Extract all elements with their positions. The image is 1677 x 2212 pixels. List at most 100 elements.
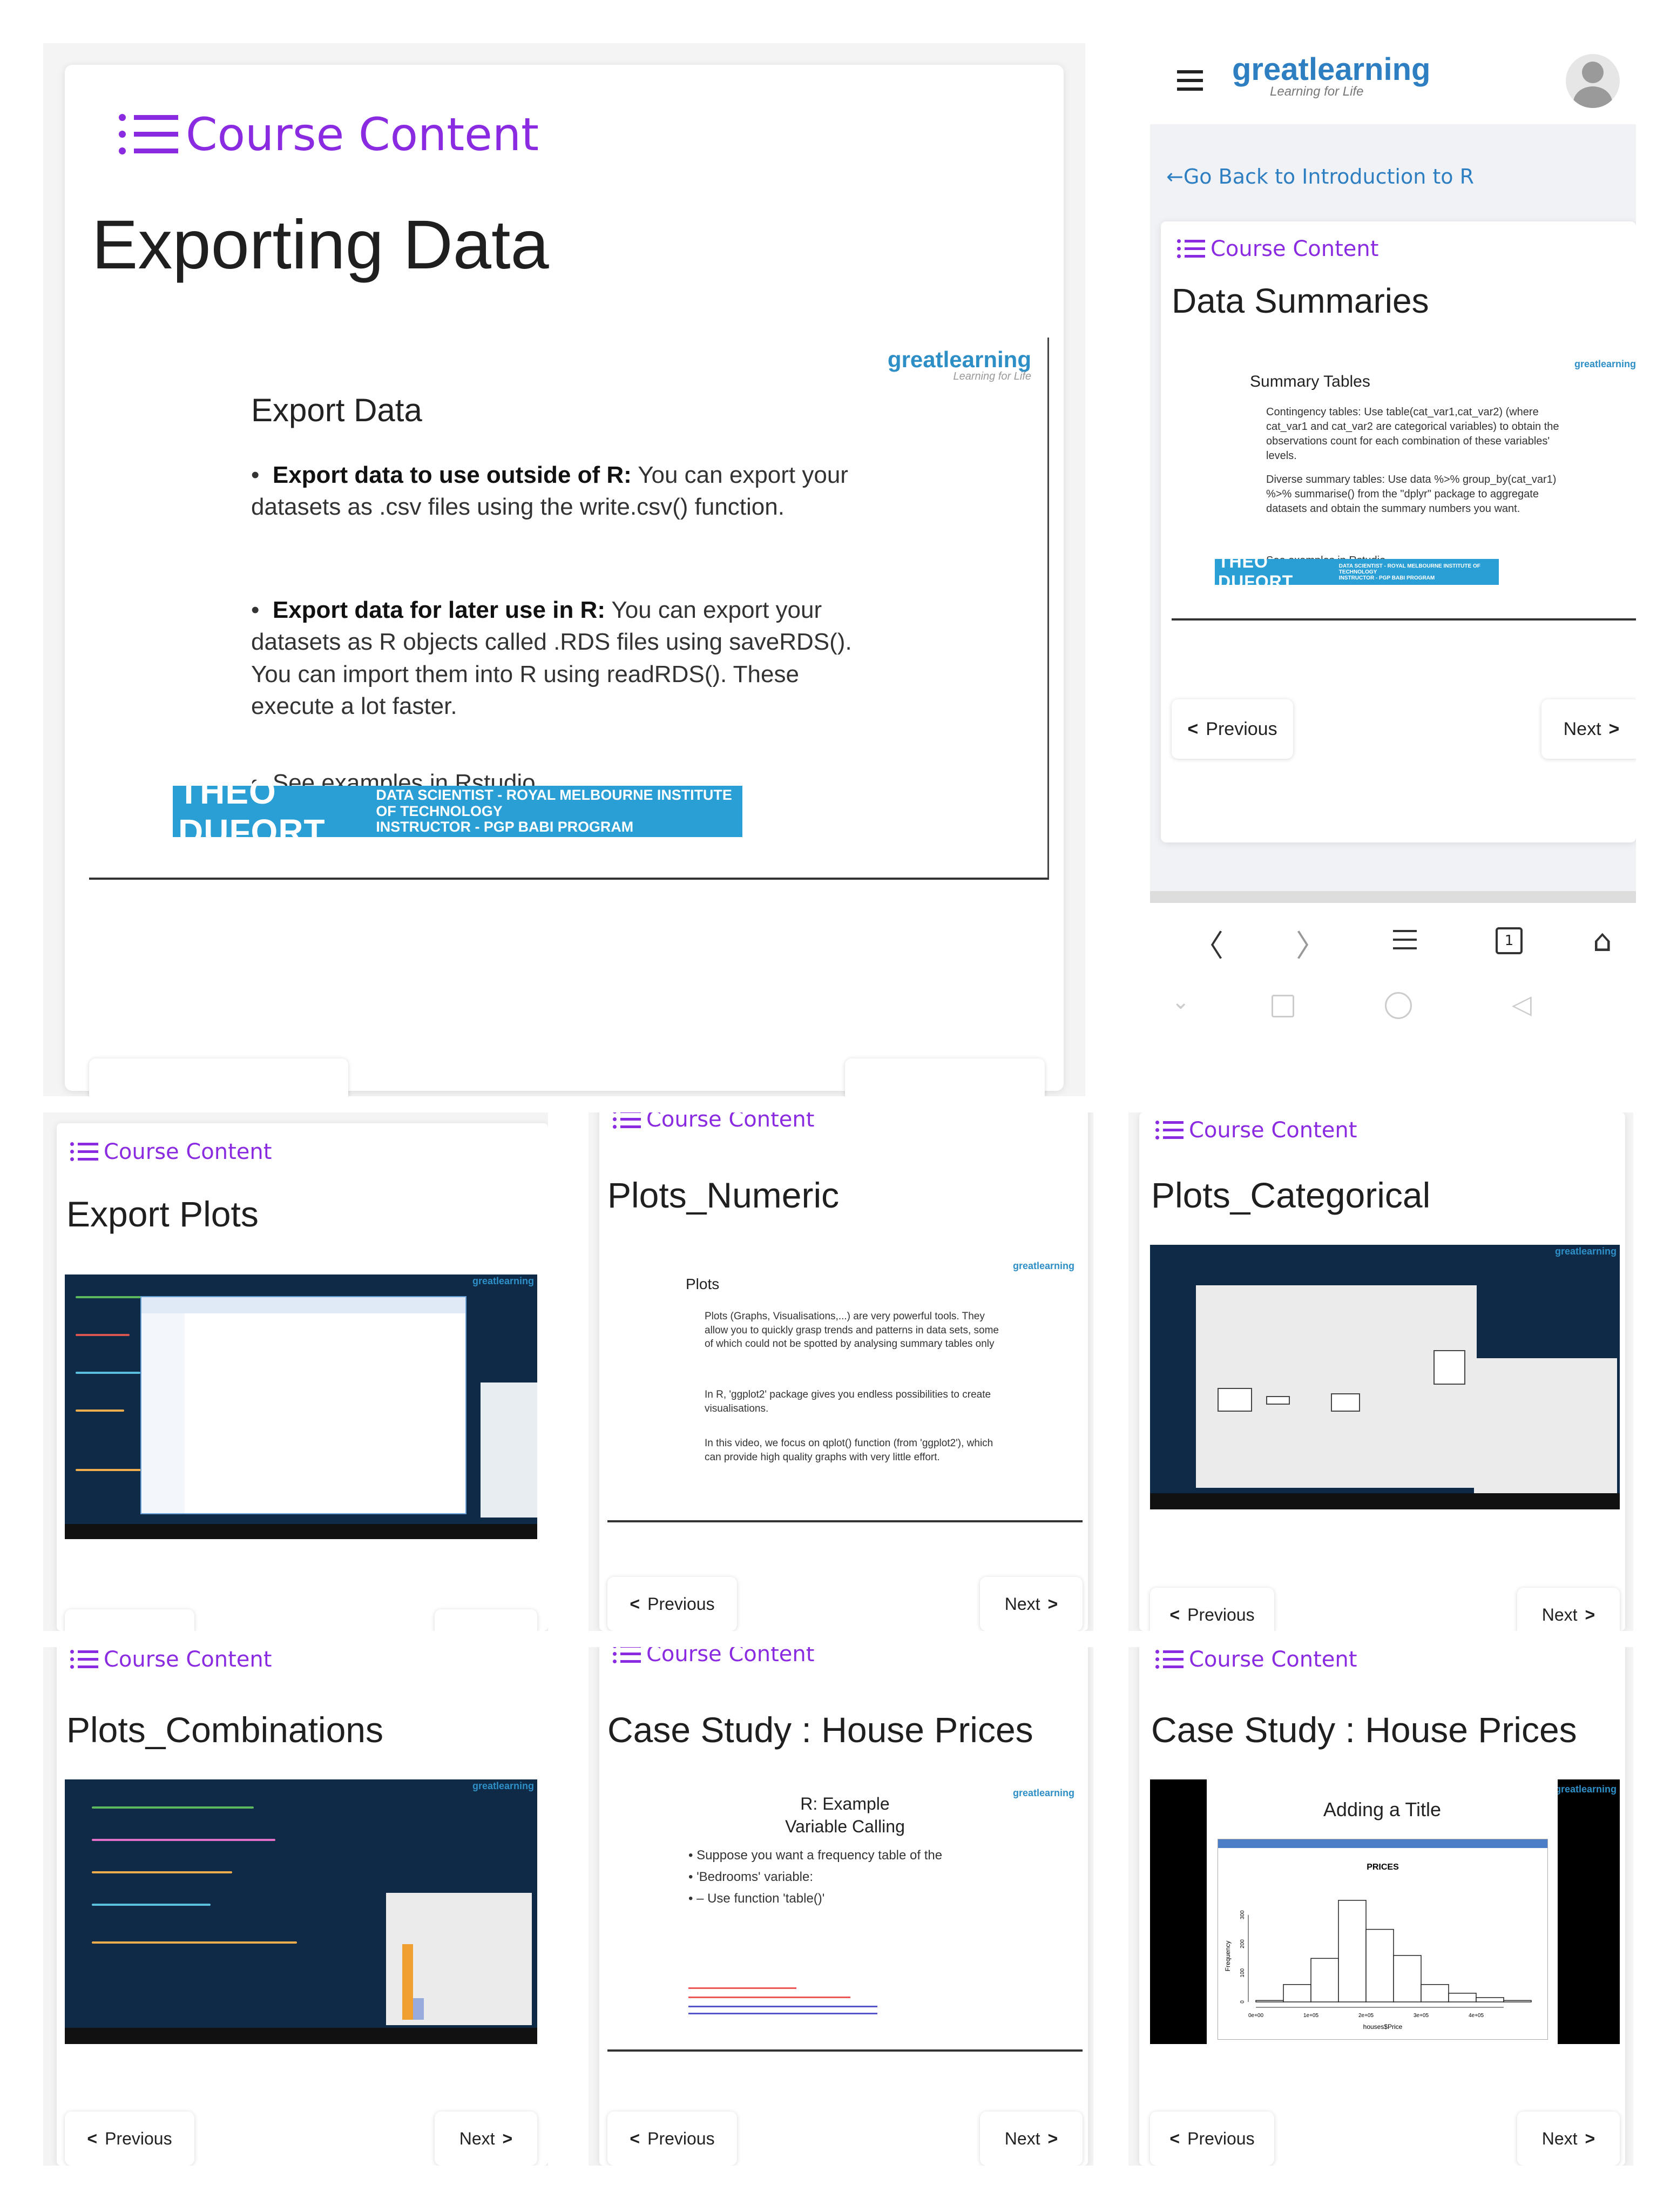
slide-bullet: • Suppose you want a frequency table of … bbox=[688, 1848, 943, 1863]
next-button[interactable]: Next > bbox=[1541, 699, 1636, 759]
greatlearning-logo: greatlearning Learning for Life bbox=[887, 347, 1031, 382]
course-content-link[interactable]: Course Content bbox=[70, 1647, 272, 1672]
list-icon bbox=[1155, 1120, 1184, 1141]
panel-plots-combinations: Course Content Plots_Combinations greatl… bbox=[43, 1647, 548, 2166]
slide-heading: R: Example Variable Calling bbox=[785, 1794, 905, 1836]
next-button[interactable]: Next > bbox=[1517, 2112, 1620, 2166]
tabs-icon[interactable]: 1 bbox=[1496, 927, 1523, 954]
previous-button[interactable]: < Previous bbox=[1172, 699, 1293, 759]
page-title: Data Summaries bbox=[1172, 281, 1429, 320]
slide-bullet: • 'Bedrooms' variable: bbox=[688, 1870, 814, 1884]
next-button[interactable] bbox=[435, 1609, 537, 1631]
slide-bullet: In R, 'ggplot2' package gives you endles… bbox=[705, 1389, 991, 1414]
chevron-left-icon: < bbox=[1187, 718, 1199, 739]
boxplot-window-2 bbox=[1474, 1358, 1617, 1493]
forward-nav-icon[interactable]: 〉 bbox=[1296, 922, 1326, 966]
greatlearning-logo: greatlearning bbox=[1554, 1246, 1617, 1257]
chevron-right-icon: > bbox=[1047, 1594, 1058, 1614]
slide-bullet: • Export data to use outside of R: You c… bbox=[251, 462, 848, 521]
course-content-link[interactable]: Course Content bbox=[613, 1647, 814, 1667]
menu-icon[interactable] bbox=[1393, 930, 1417, 949]
previous-button[interactable]: < Previous bbox=[607, 2112, 737, 2166]
slide-bullet: Plots (Graphs, Visualisations,...) are v… bbox=[705, 1311, 999, 1350]
page-title: Exporting Data bbox=[92, 206, 549, 284]
rstudio-screenshot: greatlearning bbox=[65, 1274, 537, 1539]
slide-video: greatlearning Adding a Title PRICES hous… bbox=[1150, 1779, 1620, 2044]
previous-button[interactable]: < Previous bbox=[65, 2112, 194, 2166]
histogram-bar bbox=[1255, 2000, 1284, 2002]
slide-image: greatlearning Summary Tables Contingency… bbox=[1172, 351, 1636, 621]
back-link[interactable]: ←Go Back to Introduction to R bbox=[1166, 165, 1474, 188]
chevron-right-icon: > bbox=[502, 2128, 513, 2148]
y-tick-label: 100 bbox=[1240, 1968, 1246, 1977]
back-nav-icon[interactable]: 〈 bbox=[1193, 922, 1223, 966]
page-title: Case Study : House Prices bbox=[1151, 1710, 1577, 1750]
next-button[interactable]: Next > bbox=[435, 2112, 537, 2166]
list-icon bbox=[119, 113, 178, 156]
page-title: Export Plots bbox=[66, 1194, 259, 1234]
next-button[interactable] bbox=[845, 1058, 1045, 1096]
histogram-bar bbox=[1338, 1900, 1367, 2002]
course-content-label: Course Content bbox=[104, 1647, 272, 1672]
content-card: Course Content Exporting Data greatlearn… bbox=[65, 65, 1064, 1096]
previous-button[interactable] bbox=[65, 1609, 194, 1631]
next-button[interactable]: Next > bbox=[980, 1577, 1083, 1631]
previous-button[interactable]: < Previous bbox=[607, 1577, 737, 1631]
previous-button[interactable] bbox=[89, 1058, 348, 1096]
course-content-link[interactable]: Course Content bbox=[1177, 237, 1378, 261]
next-button[interactable]: Next > bbox=[1517, 1588, 1620, 1631]
triangle-back-icon[interactable]: ◁ bbox=[1512, 989, 1532, 1020]
slide-bullet: Contingency tables: Use table(cat_var1,c… bbox=[1266, 406, 1559, 462]
next-button[interactable]: Next > bbox=[980, 2112, 1083, 2166]
previous-button[interactable]: < Previous bbox=[1150, 1588, 1274, 1631]
histogram-bar bbox=[1448, 1993, 1477, 2002]
page-title: Plots_Combinations bbox=[66, 1710, 383, 1750]
histogram-bar bbox=[1283, 1984, 1311, 2002]
course-content-link[interactable]: Course Content bbox=[1155, 1647, 1357, 1672]
list-icon bbox=[70, 1142, 98, 1162]
x-tick-label: 3e+05 bbox=[1414, 2013, 1429, 2019]
chevron-right-icon: > bbox=[1047, 2128, 1058, 2148]
greatlearning-logo[interactable]: greatlearning Learning for Life bbox=[1232, 51, 1430, 99]
instructor-banner: THEO DUFORT DATA SCIENTIST - ROYAL MELBO… bbox=[1215, 552, 1499, 591]
content-card: Course Content Plots_Combinations greatl… bbox=[57, 1647, 548, 2166]
previous-button[interactable]: < Previous bbox=[1150, 2112, 1274, 2166]
list-icon bbox=[1155, 1649, 1184, 1670]
content-card: Course Content Case Study : House Prices… bbox=[1139, 1647, 1625, 2166]
greatlearning-logo: greatlearning bbox=[1012, 1260, 1074, 1271]
chevron-left-icon: < bbox=[630, 1594, 640, 1614]
slide-bullet: • – Use function 'table()' bbox=[688, 1891, 825, 1906]
course-content-link[interactable]: Course Content bbox=[119, 108, 539, 161]
x-tick-label: 4e+05 bbox=[1469, 2013, 1484, 2019]
chevron-left-icon: < bbox=[1169, 1604, 1180, 1624]
panel-plots-numeric: Course Content Plots_Numeric greatlearni… bbox=[589, 1112, 1093, 1631]
panel-case-study-1: Course Content Case Study : House Prices… bbox=[589, 1647, 1093, 2166]
slide-bullet: Diverse summary tables: Use data %>% gro… bbox=[1266, 474, 1557, 515]
content-card: Course Content Export Plots greatlearnin… bbox=[57, 1123, 548, 1631]
chevron-down-icon[interactable]: ⌄ bbox=[1172, 989, 1190, 1014]
instructor-banner: THEO DUFORT DATA SCIENTIST - ROYAL MELBO… bbox=[173, 772, 742, 851]
slide-bullet: • Export data for later use in R: You ca… bbox=[251, 597, 852, 720]
course-content-link[interactable]: Course Content bbox=[1155, 1118, 1357, 1143]
content-card: Course Content Plots_Categorical greatle… bbox=[1139, 1112, 1625, 1631]
panel-export-plots: Course Content Export Plots greatlearnin… bbox=[43, 1112, 548, 1631]
chart-xlabel: houses$Price bbox=[1363, 2023, 1403, 2031]
avatar[interactable] bbox=[1566, 54, 1620, 108]
list-icon bbox=[613, 1647, 641, 1664]
panel-exporting-data: Course Content Exporting Data greatlearn… bbox=[43, 43, 1085, 1096]
browser-toolbar: 〈 〉 1 ⌂ ⌄ ◁ bbox=[1150, 891, 1636, 1096]
course-content-label: Course Content bbox=[186, 108, 539, 161]
plot-pane bbox=[481, 1382, 537, 1518]
chevron-right-icon: > bbox=[1608, 718, 1620, 739]
course-content-link[interactable]: Course Content bbox=[70, 1139, 272, 1164]
home-icon[interactable]: ⌂ bbox=[1593, 923, 1612, 959]
chart-ylabel: Frequency bbox=[1224, 1941, 1232, 1972]
circle-nav-icon[interactable] bbox=[1385, 992, 1412, 1019]
course-content-link[interactable]: Course Content bbox=[613, 1112, 814, 1132]
hamburger-menu-icon[interactable] bbox=[1177, 70, 1203, 91]
slide-heading: Export Data bbox=[251, 392, 422, 428]
slide-panel: Adding a Title PRICES houses$Price Frequ… bbox=[1207, 1779, 1558, 2044]
course-content-label: Course Content bbox=[646, 1112, 815, 1132]
square-nav-icon[interactable] bbox=[1272, 995, 1294, 1017]
histogram-bar bbox=[1393, 1955, 1422, 2002]
